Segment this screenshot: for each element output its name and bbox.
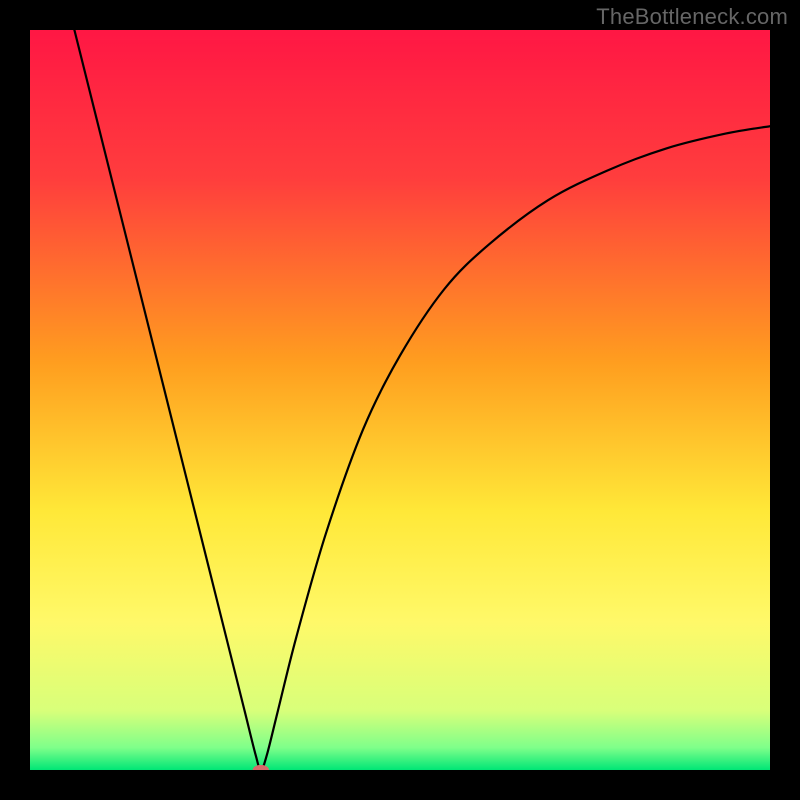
plot-area [30, 30, 770, 770]
chart-container: TheBottleneck.com [0, 0, 800, 800]
watermark-text: TheBottleneck.com [596, 4, 788, 30]
gradient-background [30, 30, 770, 770]
chart-svg [30, 30, 770, 770]
